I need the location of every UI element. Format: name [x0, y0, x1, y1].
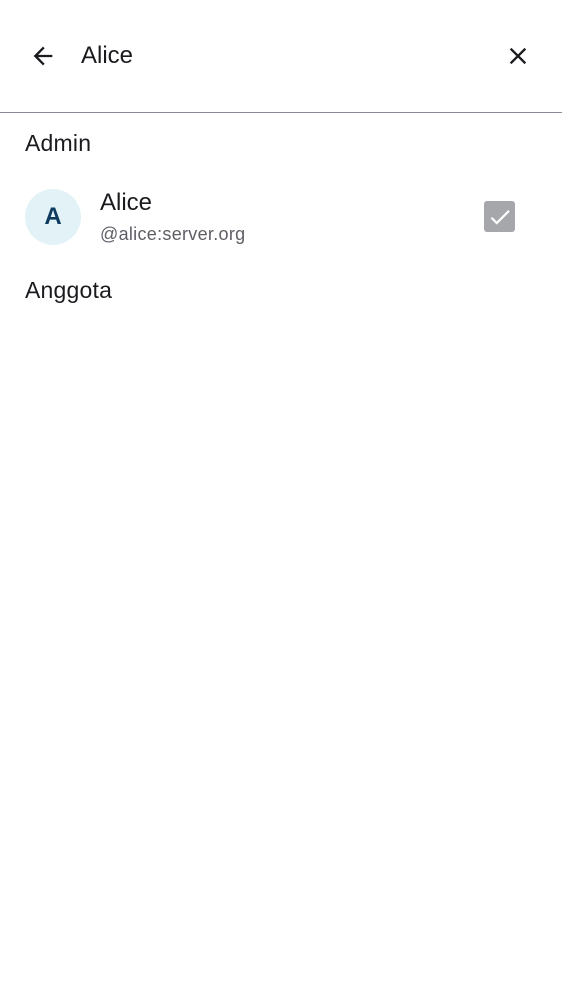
close-icon [509, 47, 527, 65]
search-input[interactable] [81, 36, 471, 76]
member-row[interactable]: A Alice @alice:server.org [0, 180, 562, 254]
arrow-back-icon [33, 46, 53, 66]
member-selected-checkbox[interactable] [484, 201, 515, 232]
avatar-initial: A [44, 203, 62, 230]
avatar: A [25, 189, 81, 245]
clear-search-button[interactable] [494, 32, 542, 80]
section-header-members: Anggota [25, 277, 113, 303]
search-bar [0, 0, 562, 113]
section-header-admin: Admin [25, 130, 92, 156]
check-icon [490, 209, 510, 225]
member-search-screen: Admin A Alice @alice:server.org Anggota [0, 0, 562, 1000]
member-user-id: @alice:server.org [100, 224, 246, 244]
back-button[interactable] [19, 32, 67, 80]
member-display-name: Alice [100, 189, 153, 216]
